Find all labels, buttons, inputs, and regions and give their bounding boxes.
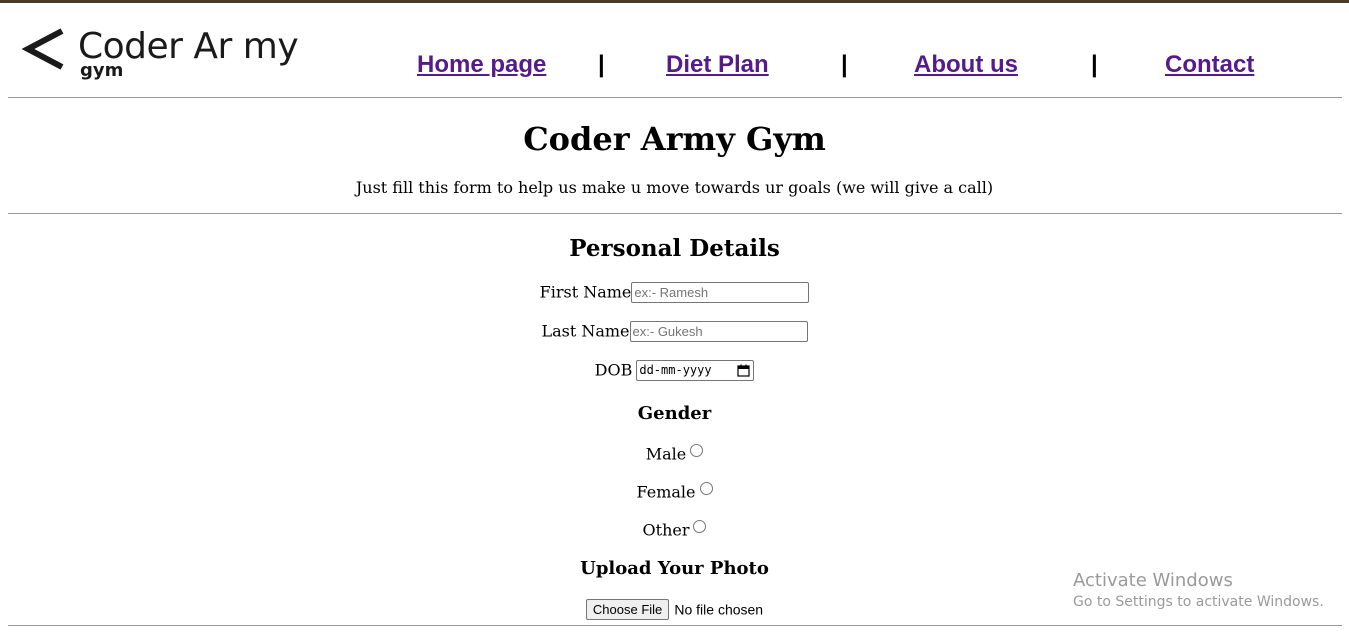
dob-input[interactable]: dd-mm-yyyy bbox=[636, 360, 755, 381]
last-name-label: Last Name bbox=[541, 321, 630, 341]
dob-row: DOB dd-mm-yyyy bbox=[0, 359, 1349, 382]
dob-placeholder: dd-mm-yyyy bbox=[639, 363, 712, 377]
watermark-subtitle: Go to Settings to activate Windows. bbox=[1073, 594, 1324, 610]
windows-activation-watermark: Activate Windows Go to Settings to activ… bbox=[1073, 570, 1324, 611]
choose-file-button[interactable]: Choose File bbox=[585, 599, 670, 620]
divider bbox=[8, 213, 1342, 214]
gender-female-label: Female bbox=[636, 482, 696, 502]
gender-option-other: Other bbox=[0, 519, 1349, 542]
file-status: No file chosen bbox=[674, 601, 764, 618]
last-name-input[interactable] bbox=[629, 321, 808, 342]
nav-separator: | bbox=[1091, 51, 1098, 78]
first-name-input[interactable] bbox=[631, 282, 810, 303]
section-title-personal-details: Personal Details bbox=[569, 235, 780, 262]
last-name-row: Last Name bbox=[0, 320, 1349, 343]
first-name-label: First Name bbox=[539, 282, 632, 302]
gender-other-label: Other bbox=[642, 520, 690, 540]
main-nav: Home page | Diet Plan | About us | Conta… bbox=[0, 51, 1349, 81]
divider bbox=[8, 625, 1342, 626]
nav-link-about-us[interactable]: About us bbox=[914, 51, 1018, 79]
gender-male-radio[interactable] bbox=[690, 444, 704, 457]
nav-separator: | bbox=[598, 51, 605, 78]
nav-link-diet-plan[interactable]: Diet Plan bbox=[666, 51, 769, 79]
gender-option-female: Female bbox=[0, 481, 1349, 504]
gender-title: Gender bbox=[637, 403, 712, 424]
divider bbox=[8, 97, 1342, 98]
dob-label: DOB bbox=[594, 360, 633, 380]
first-name-row: First Name bbox=[0, 281, 1349, 304]
calendar-icon[interactable] bbox=[737, 364, 750, 377]
nav-link-home[interactable]: Home page bbox=[417, 51, 546, 79]
watermark-title: Activate Windows bbox=[1073, 570, 1233, 591]
nav-link-contact[interactable]: Contact bbox=[1165, 51, 1254, 79]
nav-separator: | bbox=[841, 51, 848, 78]
gender-other-radio[interactable] bbox=[693, 520, 707, 533]
gender-male-label: Male bbox=[645, 444, 687, 464]
gender-female-radio[interactable] bbox=[699, 482, 713, 495]
page-title: Coder Army Gym bbox=[523, 120, 826, 158]
page-tagline: Just fill this form to help us make u mo… bbox=[355, 178, 994, 197]
gender-option-male: Male bbox=[0, 443, 1349, 466]
